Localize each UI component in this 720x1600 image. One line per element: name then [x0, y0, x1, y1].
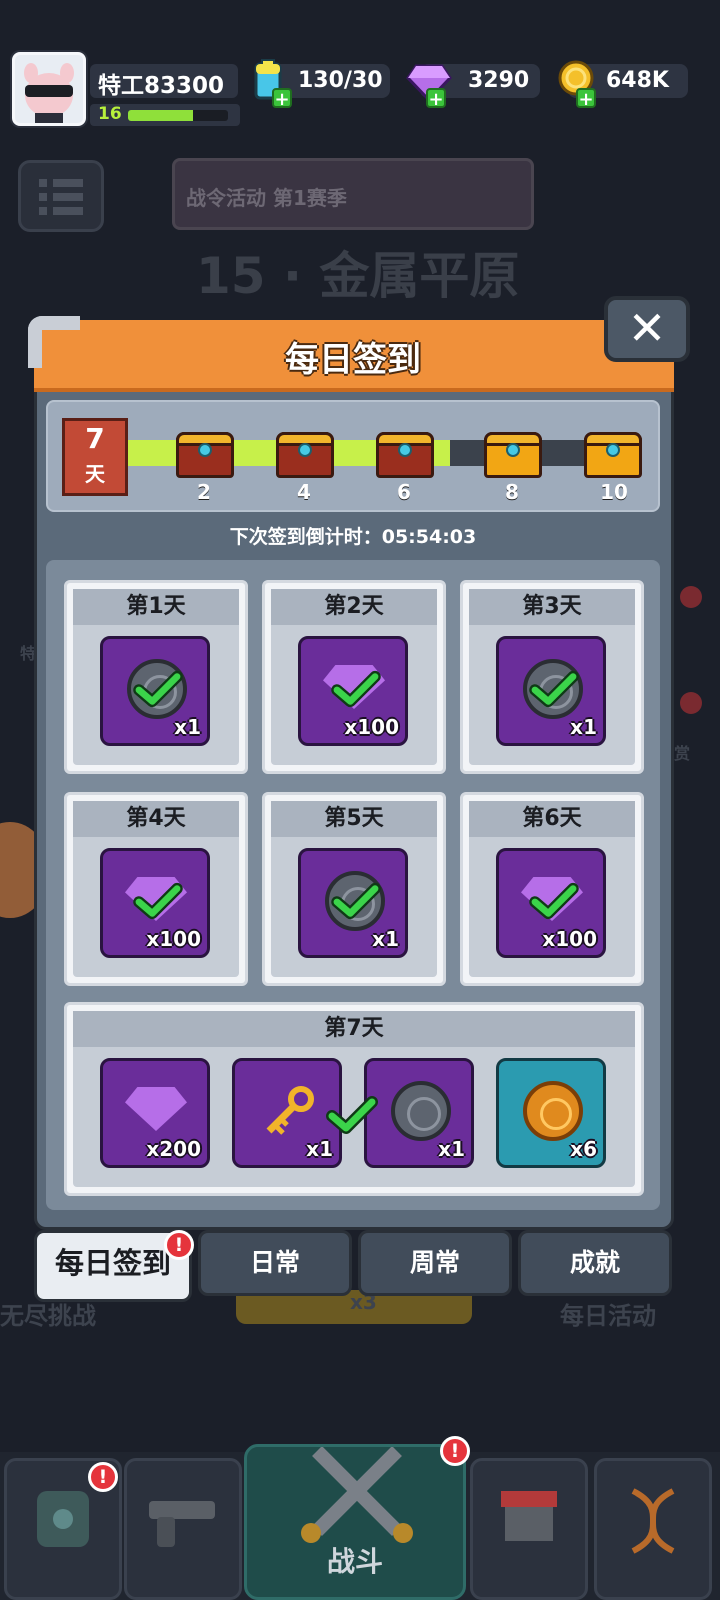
milestone-chest-4[interactable]: [276, 432, 334, 478]
close-button[interactable]: ✕: [604, 296, 690, 362]
energy-add-icon[interactable]: +: [272, 88, 292, 110]
shop-icon: [501, 1491, 557, 1541]
day-label: 第2天: [271, 589, 437, 625]
nav-genes[interactable]: [594, 1458, 712, 1600]
current-day-unit: 天: [85, 462, 105, 486]
milestone-label: 8: [505, 480, 519, 504]
side-badge: [680, 692, 702, 714]
check-icon: [331, 670, 381, 708]
check-icon: [326, 1096, 378, 1134]
pistol-icon: [149, 1501, 215, 1547]
gold-add-icon[interactable]: +: [576, 88, 596, 110]
xp-bar-fill: [128, 110, 193, 121]
reward-tile: x100: [100, 848, 210, 958]
gold-coin-reward-icon: [523, 1081, 583, 1141]
current-day-number: 7: [85, 422, 105, 455]
tab-alert-badge: !: [164, 1230, 194, 1260]
list-menu-icon: [39, 179, 83, 215]
reward-quantity: x100: [146, 927, 201, 951]
reward-tile: x1: [364, 1058, 474, 1168]
winged-coin-reward-icon: [391, 1081, 451, 1141]
key-reward-icon: [266, 1086, 314, 1135]
tab-achievements[interactable]: 成就: [518, 1230, 672, 1296]
gold-value: 648K: [606, 68, 669, 93]
reward-tile: x1: [298, 848, 408, 958]
dna-icon: [631, 1488, 675, 1554]
nav-battle-label: 战斗: [326, 1545, 383, 1578]
reward-quantity: x1: [174, 715, 201, 739]
milestone-label: 2: [197, 480, 211, 504]
modal-title: 每日签到: [285, 340, 421, 380]
reward-tile: x1: [100, 636, 210, 746]
reward-tile: x1: [496, 636, 606, 746]
daily-event-label: 每日活动: [560, 1302, 656, 1330]
side-text-right: 赏: [674, 744, 691, 763]
reward-quantity: x200: [146, 1137, 201, 1161]
milestone-label: 6: [397, 480, 411, 504]
gems-add-icon[interactable]: +: [426, 88, 446, 110]
xp-bar: [128, 110, 228, 121]
day-label: 第6天: [469, 801, 635, 837]
reward-quantity: x1: [438, 1137, 465, 1161]
day-label: 第7天: [73, 1011, 635, 1047]
reward-quantity: x100: [542, 927, 597, 951]
reward-tile: x100: [496, 848, 606, 958]
reward-quantity: x1: [306, 1137, 333, 1161]
check-icon: [133, 882, 183, 920]
reward-quantity: x1: [372, 927, 399, 951]
milestone-chest-6[interactable]: [376, 432, 434, 478]
tab-daily[interactable]: 日常: [198, 1230, 352, 1296]
nav-weapons[interactable]: [124, 1458, 242, 1600]
nav-badge: !: [440, 1436, 470, 1466]
check-icon: [529, 882, 579, 920]
day-label: 第4天: [73, 801, 239, 837]
check-icon: [529, 670, 579, 708]
reward-quantity: x6: [570, 1137, 597, 1161]
gem-reward-icon: [125, 1087, 187, 1131]
battle-pass-text: 战令活动 第1赛季: [186, 186, 347, 210]
reward-quantity: x100: [344, 715, 399, 739]
milestone-chest-2[interactable]: [176, 432, 234, 478]
milestone-label: 4: [297, 480, 311, 504]
player-name: 特工83300: [98, 73, 225, 99]
stage-title: 15 · 金属平原: [196, 247, 520, 305]
menu-button: [18, 160, 104, 232]
check-icon: [331, 882, 381, 920]
day-label: 第5天: [271, 801, 437, 837]
player-level: 16: [98, 104, 122, 124]
nav-badge: !: [88, 1462, 118, 1492]
avatar-icon: [24, 63, 74, 123]
check-icon: [133, 670, 183, 708]
crossed-swords-icon: [301, 1446, 413, 1543]
reward-tile: x100: [298, 636, 408, 746]
checkin-countdown: 下次签到倒计时：05:54:03: [229, 526, 477, 548]
day-label: 第1天: [73, 589, 239, 625]
reward-tile: x200: [100, 1058, 210, 1168]
milestone-chest-10[interactable]: [584, 432, 642, 478]
side-badge: [680, 586, 702, 608]
player-avatar[interactable]: [12, 52, 86, 126]
milestone-chest-8[interactable]: [484, 432, 542, 478]
energy-value: 130/30: [298, 68, 383, 93]
tab-weekly[interactable]: 周常: [358, 1230, 512, 1296]
gems-value: 3290: [468, 68, 530, 93]
reward-quantity: x1: [570, 715, 597, 739]
milestone-label: 10: [600, 480, 628, 504]
nav-shop[interactable]: [470, 1458, 588, 1600]
reward-tile: x6: [496, 1058, 606, 1168]
day-label: 第3天: [469, 589, 635, 625]
